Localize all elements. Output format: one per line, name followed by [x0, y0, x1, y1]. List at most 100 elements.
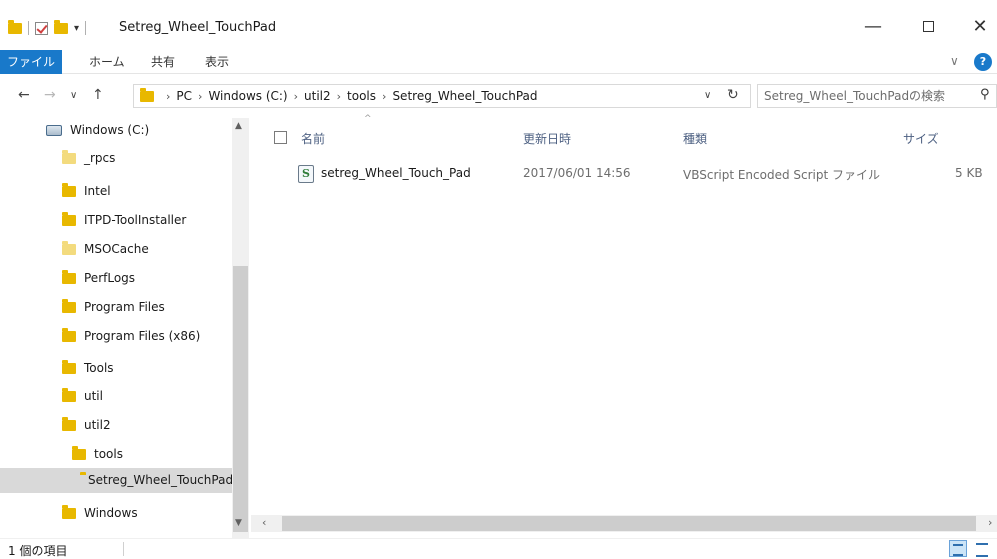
nav-item-label: _rpcs [84, 151, 116, 165]
nav-item-label: Tools [84, 361, 114, 375]
nav-item-rpcs[interactable]: _rpcs [62, 146, 232, 171]
nav-item-msocache[interactable]: MSOCache [62, 237, 232, 262]
status-divider [123, 542, 124, 556]
expand-ribbon-chevron-icon[interactable]: ∨ [950, 54, 959, 68]
folder-icon [62, 241, 76, 255]
nav-item-program-files[interactable]: Program Files [62, 295, 232, 320]
drive-icon [46, 125, 62, 136]
up-button[interactable]: ↑ [92, 87, 104, 103]
status-bar [0, 538, 997, 559]
horizontal-scroll-thumb[interactable] [282, 516, 976, 531]
nav-item-setreg-wheel-touchpad[interactable]: Setreg_Wheel_TouchPad [0, 468, 232, 493]
nav-item-perflogs[interactable]: PerfLogs [62, 266, 232, 291]
breadcrumb-item-util2[interactable]: util2 [304, 89, 331, 103]
select-all-checkbox[interactable] [274, 131, 287, 144]
back-button[interactable]: ← [18, 87, 30, 103]
nav-item-label: Program Files [84, 300, 165, 314]
file-modified: 2017/06/01 14:56 [523, 166, 631, 180]
folder-icon [62, 417, 76, 431]
search-icon[interactable]: ⚲ [980, 87, 990, 102]
nav-item-itpd-toolinstaller[interactable]: ITPD-ToolInstaller [62, 208, 232, 233]
properties-icon[interactable] [35, 21, 48, 35]
scroll-down-icon[interactable]: ▼ [235, 518, 242, 528]
nav-item-util2[interactable]: util2 [62, 413, 232, 438]
toolbar-divider [85, 21, 87, 35]
folder-icon [62, 505, 76, 519]
breadcrumb-separator[interactable]: › [382, 90, 386, 103]
window-title: Setreg_Wheel_TouchPad [119, 20, 277, 35]
column-header-size[interactable]: サイズ [903, 130, 939, 147]
navigation-pane: Windows (C:) _rpcs Intel ITPD-ToolInstal… [0, 118, 251, 538]
tab-share[interactable]: 共有 [151, 50, 175, 74]
nav-item-windows-c[interactable]: Windows (C:) [46, 118, 232, 143]
address-dropdown-chevron-icon[interactable]: ∨ [704, 90, 711, 101]
nav-item-label: Windows (C:) [70, 123, 150, 137]
nav-item-label: Windows [84, 506, 138, 520]
nav-item-windows[interactable]: Windows [62, 501, 232, 526]
vbscript-file-icon [298, 165, 314, 183]
navigation-pane-scroll-thumb[interactable] [233, 266, 248, 532]
breadcrumb-separator[interactable]: › [166, 90, 170, 103]
scroll-left-icon[interactable]: ‹ [262, 516, 266, 529]
minimize-button[interactable]: — [858, 14, 888, 38]
search-input[interactable]: Setreg_Wheel_TouchPadの検索 [757, 84, 997, 108]
nav-item-util[interactable]: util [62, 384, 232, 409]
tab-view[interactable]: 表示 [205, 50, 229, 74]
breadcrumb-item-pc[interactable]: PC [176, 89, 192, 103]
nav-item-label: tools [94, 447, 123, 461]
breadcrumb-separator[interactable]: › [198, 90, 202, 103]
column-header-modified[interactable]: 更新日時 [523, 130, 571, 147]
nav-item-label: ITPD-ToolInstaller [84, 213, 187, 227]
tab-home[interactable]: ホーム [89, 50, 125, 74]
breadcrumb[interactable]: › PC › Windows (C:) › util2 › tools › Se… [133, 84, 751, 108]
address-bar-row: ← → ∨ ↑ › PC › Windows (C:) › util2 › to… [0, 79, 997, 113]
folder-icon [62, 328, 76, 342]
breadcrumb-separator[interactable]: › [294, 90, 298, 103]
maximize-button[interactable] [913, 14, 943, 38]
folder-icon [62, 183, 76, 197]
column-header-type[interactable]: 種類 [683, 130, 707, 147]
scroll-right-icon[interactable]: › [988, 516, 992, 529]
tab-file[interactable]: ファイル [0, 50, 62, 74]
folder-icon [8, 19, 22, 34]
title-bar: ▾ Setreg_Wheel_TouchPad — ✕ [0, 0, 997, 50]
sort-ascending-icon: ^ [364, 114, 372, 124]
file-name[interactable]: setreg_Wheel_Touch_Pad [321, 166, 471, 180]
new-folder-icon[interactable] [54, 19, 68, 34]
nav-item-label: Intel [84, 184, 111, 198]
refresh-icon[interactable]: ↻ [727, 87, 739, 103]
folder-icon [62, 212, 76, 226]
nav-item-tools[interactable]: Tools [62, 356, 232, 381]
scroll-up-icon[interactable]: ▲ [235, 121, 242, 131]
breadcrumb-item-windows-c[interactable]: Windows (C:) [208, 89, 287, 103]
breadcrumb-separator[interactable]: › [337, 90, 341, 103]
column-header-name[interactable]: 名前 [301, 130, 325, 147]
ribbon: ファイル ホーム 共有 表示 ∨ ? [0, 50, 997, 74]
nav-item-tools-sub[interactable]: tools [72, 442, 232, 467]
nav-item-label: MSOCache [84, 242, 149, 256]
recent-locations-chevron-icon[interactable]: ∨ [70, 90, 77, 101]
nav-item-label: util [84, 389, 103, 403]
nav-item-label: PerfLogs [84, 271, 136, 285]
nav-item-label: Program Files (x86) [84, 329, 201, 343]
large-icons-view-icon[interactable] [974, 542, 992, 557]
help-icon[interactable]: ? [974, 53, 992, 71]
file-size: 5 KB [955, 166, 983, 180]
folder-icon [72, 446, 86, 460]
quick-access-toolbar: ▾ [8, 18, 87, 38]
quick-access-dropdown[interactable]: ▾ [74, 23, 79, 34]
folder-icon [62, 150, 76, 164]
details-view-icon[interactable] [949, 540, 967, 557]
close-button[interactable]: ✕ [965, 14, 995, 38]
breadcrumb-item-setreg[interactable]: Setreg_Wheel_TouchPad [392, 89, 537, 103]
folder-icon [62, 388, 76, 402]
maximize-icon [922, 20, 934, 32]
folder-icon [140, 87, 154, 102]
status-item-count: 1 個の項目 [8, 544, 68, 558]
nav-item-intel[interactable]: Intel [62, 179, 232, 204]
forward-button[interactable]: → [44, 87, 56, 103]
nav-item-program-files-x86[interactable]: Program Files (x86) [62, 324, 232, 349]
nav-item-label: Setreg_Wheel_TouchPad [88, 473, 232, 487]
toolbar-divider [28, 21, 29, 35]
breadcrumb-item-tools[interactable]: tools [347, 89, 376, 103]
